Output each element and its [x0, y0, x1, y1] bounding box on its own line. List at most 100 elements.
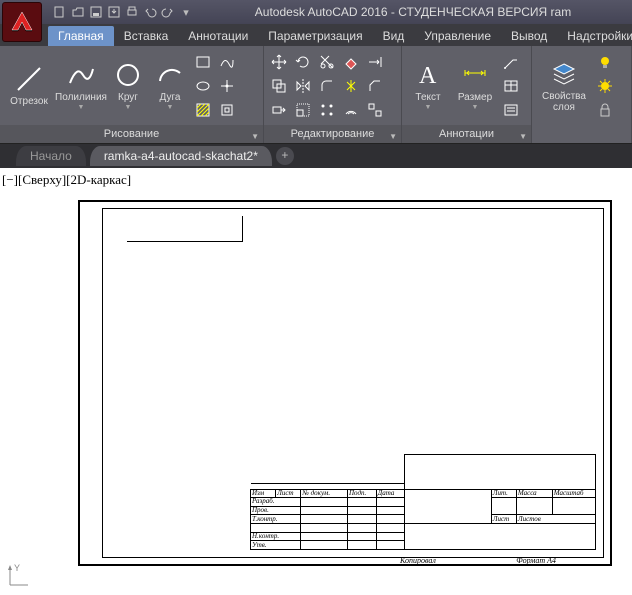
dimension-icon — [460, 60, 490, 90]
ribbon-tab-addins[interactable]: Надстройки — [557, 26, 632, 46]
leader-icon[interactable] — [500, 51, 522, 73]
qat-dropdown-icon[interactable]: ▾ — [178, 4, 194, 20]
expand-icon: ▼ — [519, 128, 527, 146]
ucs-icon: Y — [6, 565, 30, 589]
footnote-copied: Копировал — [400, 556, 436, 565]
ribbon-tab-parametric[interactable]: Параметризация — [258, 26, 372, 46]
mtext-icon[interactable] — [500, 99, 522, 121]
tb-docnum: № докум. — [301, 489, 348, 498]
tool-layer-properties[interactable]: Свойства слоя — [536, 59, 592, 113]
polyline-icon — [66, 60, 96, 90]
doctab-ramka[interactable]: ramka-a4-autocad-skachat2* — [90, 146, 272, 166]
tb-list: Лист — [276, 489, 301, 498]
footnote-format: Формат A4 — [516, 556, 556, 565]
table-icon[interactable] — [500, 75, 522, 97]
point-icon[interactable] — [216, 75, 238, 97]
panel-draw-title[interactable]: Рисование ▼ — [0, 125, 263, 143]
qat-new-icon[interactable] — [52, 4, 68, 20]
drawing-canvas[interactable]: [−][Сверху][2D-каркас] Изм Лист № докум.… — [0, 168, 632, 595]
ribbon-tab-annotate[interactable]: Аннотации — [178, 26, 258, 46]
fillet-icon[interactable] — [316, 75, 338, 97]
layers-col — [594, 51, 616, 121]
tool-polyline[interactable]: Полилиния ▼ — [56, 60, 106, 111]
tool-text-label: Текст — [415, 92, 440, 103]
rotate-icon[interactable] — [292, 51, 314, 73]
title-block: Изм Лист № докум. Подп. Дата Лит. Масса … — [250, 454, 596, 550]
lightbulb-icon[interactable] — [594, 51, 616, 73]
line-icon — [14, 64, 44, 94]
tb-podp: Подп. — [348, 489, 377, 498]
tb-nkontr: Н.контр. — [251, 532, 301, 541]
erase-icon[interactable] — [340, 51, 362, 73]
tool-line-label: Отрезок — [10, 96, 48, 107]
freeze-icon[interactable] — [594, 75, 616, 97]
tool-circle[interactable]: Круг ▼ — [108, 60, 148, 111]
tool-arc[interactable]: Дуга ▼ — [150, 60, 190, 111]
region-icon[interactable] — [216, 99, 238, 121]
expand-icon: ▼ — [389, 128, 397, 146]
move-icon[interactable] — [268, 51, 290, 73]
qat-saveas-icon[interactable] — [106, 4, 122, 20]
tb-tkontr: Т.контр. — [251, 515, 301, 524]
copy-icon[interactable] — [268, 75, 290, 97]
tb-izm: Изм — [251, 489, 276, 498]
extend-icon[interactable] — [364, 51, 386, 73]
layers-icon — [549, 59, 579, 89]
tool-polyline-label: Полилиния — [55, 92, 107, 103]
doctab-start[interactable]: Начало — [16, 146, 86, 166]
tool-arc-label: Дуга — [160, 92, 181, 103]
mirror-icon[interactable] — [292, 75, 314, 97]
modify-col2 — [340, 51, 362, 121]
tool-line[interactable]: Отрезок — [4, 64, 54, 107]
tb-massa: Масса — [516, 489, 552, 498]
ellipse-icon[interactable] — [192, 75, 214, 97]
spline-icon[interactable] — [216, 51, 238, 73]
ribbon-tab-view[interactable]: Вид — [373, 26, 415, 46]
draw-smalltools-col2 — [216, 51, 238, 121]
rectangle-icon[interactable] — [192, 51, 214, 73]
qat-redo-icon[interactable] — [160, 4, 176, 20]
tool-text[interactable]: A Текст ▼ — [406, 60, 450, 111]
tb-masshtab: Масштаб — [552, 489, 595, 498]
ribbon-tab-output[interactable]: Вывод — [501, 26, 557, 46]
ribbon: Отрезок Полилиния ▼ Круг ▼ Дуга ▼ — [0, 46, 632, 144]
modify-col3 — [364, 51, 386, 121]
panel-annotate-title[interactable]: Аннотации ▼ — [402, 125, 531, 143]
panel-modify-title[interactable]: Редактирование ▼ — [264, 125, 401, 143]
quick-access-toolbar: ▾ — [52, 4, 194, 20]
panel-modify: Редактирование ▼ — [264, 46, 402, 143]
scale-icon[interactable] — [292, 99, 314, 121]
qat-undo-icon[interactable] — [142, 4, 158, 20]
trim-icon[interactable] — [316, 51, 338, 73]
array-icon[interactable] — [316, 99, 338, 121]
qat-print-icon[interactable] — [124, 4, 140, 20]
circle-icon — [113, 60, 143, 90]
ribbon-tab-insert[interactable]: Вставка — [114, 26, 179, 46]
hatch-icon[interactable] — [192, 99, 214, 121]
binding-notch — [127, 216, 243, 242]
arc-icon — [155, 60, 185, 90]
qat-save-icon[interactable] — [88, 4, 104, 20]
paper-sheet: Изм Лист № докум. Подп. Дата Лит. Масса … — [78, 200, 612, 566]
expand-icon: ▼ — [251, 128, 259, 146]
lock-icon[interactable] — [594, 99, 616, 121]
drawing-frame: Изм Лист № докум. Подп. Дата Лит. Масса … — [102, 208, 604, 558]
title-bar: ▾ Autodesk AutoCAD 2016 - СТУДЕНЧЕСКАЯ В… — [0, 0, 632, 24]
qat-open-icon[interactable] — [70, 4, 86, 20]
chamfer-icon[interactable] — [364, 75, 386, 97]
align-icon[interactable] — [364, 99, 386, 121]
offset-icon[interactable] — [340, 99, 362, 121]
viewport-label[interactable]: [−][Сверху][2D-каркас] — [2, 172, 131, 188]
svg-text:A: A — [419, 63, 437, 89]
explode-icon[interactable] — [340, 75, 362, 97]
new-tab-button[interactable]: + — [276, 147, 294, 165]
tb-listov: Листов — [516, 515, 595, 524]
ribbon-tab-home[interactable]: Главная — [48, 26, 114, 46]
tool-dimension[interactable]: Размер ▼ — [452, 60, 498, 111]
ribbon-tab-manage[interactable]: Управление — [414, 26, 501, 46]
annotate-col — [500, 51, 522, 121]
text-icon: A — [413, 60, 443, 90]
tool-dimension-label: Размер — [458, 92, 492, 103]
app-menu-button[interactable] — [2, 2, 42, 42]
stretch-icon[interactable] — [268, 99, 290, 121]
